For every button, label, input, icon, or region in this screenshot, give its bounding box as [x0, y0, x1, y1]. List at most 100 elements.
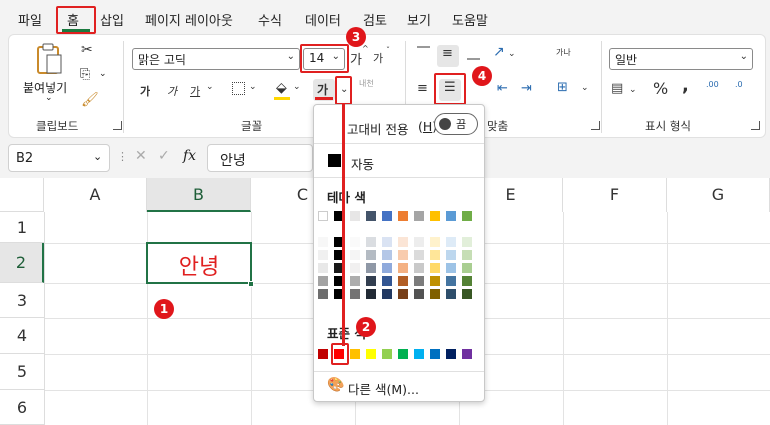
theme-color-shade-swatch[interactable]	[350, 237, 360, 247]
theme-color-shade-swatch[interactable]	[366, 250, 376, 260]
indent-increase-icon[interactable]: ⇥	[521, 81, 532, 96]
name-box[interactable]: B2 ⌄	[8, 144, 110, 172]
theme-color-shade-swatch[interactable]	[462, 263, 472, 273]
theme-color-shade-swatch[interactable]	[318, 263, 328, 273]
standard-color-swatch[interactable]	[430, 349, 440, 359]
theme-color-shade-swatch[interactable]	[382, 237, 392, 247]
theme-color-swatch[interactable]	[430, 211, 440, 221]
theme-color-shade-swatch[interactable]	[462, 250, 472, 260]
theme-color-shade-swatch[interactable]	[446, 276, 456, 286]
menu-help[interactable]: 도움말	[452, 10, 488, 29]
standard-color-swatch[interactable]	[366, 349, 376, 359]
menu-formulas[interactable]: 수식	[258, 10, 282, 29]
theme-color-shade-swatch[interactable]	[350, 276, 360, 286]
theme-color-shade-swatch[interactable]	[382, 263, 392, 273]
theme-color-swatch[interactable]	[446, 211, 456, 221]
more-colors-option[interactable]: 다른 색(M)...	[348, 379, 419, 398]
select-all-corner[interactable]	[0, 178, 44, 212]
theme-color-shade-swatch[interactable]	[462, 276, 472, 286]
theme-color-shade-swatch[interactable]	[398, 276, 408, 286]
formula-input[interactable]: 안녕	[207, 144, 313, 172]
currency-dropdown-icon[interactable]: ⌄	[629, 85, 637, 95]
theme-color-shade-swatch[interactable]	[414, 237, 424, 247]
theme-color-shade-swatch[interactable]	[430, 289, 440, 299]
row-header-6[interactable]: 6	[0, 390, 44, 425]
theme-color-shade-swatch[interactable]	[382, 276, 392, 286]
theme-color-swatch[interactable]	[462, 211, 472, 221]
theme-color-shade-swatch[interactable]	[446, 237, 456, 247]
align-top-icon[interactable]: ⎺	[417, 46, 430, 61]
theme-color-shade-swatch[interactable]	[318, 276, 328, 286]
bold-button[interactable]: 가	[140, 83, 150, 99]
cut-icon[interactable]: ✂	[81, 42, 93, 58]
increase-decimal-button[interactable]: .00	[706, 80, 719, 89]
automatic-color-swatch[interactable]	[328, 154, 341, 167]
theme-color-shade-swatch[interactable]	[366, 276, 376, 286]
theme-color-shade-swatch[interactable]	[366, 237, 376, 247]
copy-dropdown-icon[interactable]: ⌄	[99, 69, 107, 79]
theme-color-shade-swatch[interactable]	[318, 237, 328, 247]
standard-color-swatch[interactable]	[446, 349, 456, 359]
indent-decrease-icon[interactable]: ⇤	[497, 81, 508, 96]
border-icon[interactable]	[232, 82, 245, 95]
align-left-icon[interactable]: ≡	[417, 81, 428, 96]
theme-color-shade-swatch[interactable]	[430, 237, 440, 247]
row-header-3[interactable]: 3	[0, 283, 44, 318]
theme-color-shade-swatch[interactable]	[382, 250, 392, 260]
underline-dropdown-icon[interactable]: ⌄	[206, 82, 214, 92]
cancel-icon[interactable]: ✕	[135, 148, 147, 164]
menu-data[interactable]: 데이터	[305, 10, 341, 29]
fill-dropdown-icon[interactable]: ⌄	[293, 82, 301, 92]
alignment-launcher-icon[interactable]	[591, 121, 600, 130]
decrease-decimal-button[interactable]: .0	[735, 80, 743, 89]
fill-handle[interactable]	[248, 281, 254, 287]
theme-color-shade-swatch[interactable]	[366, 289, 376, 299]
fill-color-icon[interactable]: ⬙	[276, 80, 287, 96]
theme-color-swatch[interactable]	[414, 211, 424, 221]
merge-center-icon[interactable]: ⊞	[557, 80, 568, 95]
paste-icon[interactable]	[35, 43, 63, 77]
automatic-color-option[interactable]: 자동	[351, 154, 374, 173]
menu-review[interactable]: 검토	[363, 10, 387, 29]
standard-color-swatch[interactable]	[318, 349, 328, 359]
chevron-down-icon[interactable]: ⌄	[287, 51, 295, 62]
grow-font-button[interactable]: 가	[350, 49, 362, 68]
font-name-combo[interactable]: 맑은 고딕 ⌄	[132, 48, 300, 70]
standard-color-swatch[interactable]	[414, 349, 424, 359]
italic-button[interactable]: 가	[167, 83, 177, 99]
theme-color-shade-swatch[interactable]	[462, 237, 472, 247]
menu-insert[interactable]: 삽입	[100, 10, 124, 29]
align-bottom-icon[interactable]: ⎽	[467, 46, 480, 61]
chevron-down-icon[interactable]: ⌄	[740, 51, 748, 62]
menu-page-layout[interactable]: 페이지 레이아웃	[145, 10, 233, 29]
theme-color-shade-swatch[interactable]	[318, 250, 328, 260]
percent-button[interactable]: %	[653, 79, 668, 98]
theme-color-shade-swatch[interactable]	[398, 289, 408, 299]
column-header-b[interactable]: B	[147, 178, 251, 212]
number-launcher-icon[interactable]	[751, 121, 760, 130]
theme-color-shade-swatch[interactable]	[350, 263, 360, 273]
shrink-font-button[interactable]: 가	[373, 50, 383, 66]
theme-color-shade-swatch[interactable]	[414, 289, 424, 299]
column-header-a[interactable]: A	[44, 178, 147, 212]
column-header-f[interactable]: F	[563, 178, 667, 212]
row-header-2[interactable]: 2	[0, 243, 44, 283]
theme-color-shade-swatch[interactable]	[318, 289, 328, 299]
theme-color-shade-swatch[interactable]	[350, 289, 360, 299]
theme-color-shade-swatch[interactable]	[366, 263, 376, 273]
theme-color-shade-swatch[interactable]	[398, 263, 408, 273]
format-painter-icon[interactable]: 🖌	[81, 92, 99, 108]
standard-color-swatch[interactable]	[462, 349, 472, 359]
theme-color-shade-swatch[interactable]	[430, 263, 440, 273]
currency-icon[interactable]: ▤	[611, 81, 623, 96]
underline-button[interactable]: 가	[190, 83, 200, 99]
theme-color-shade-swatch[interactable]	[398, 250, 408, 260]
enter-icon[interactable]: ✓	[158, 148, 170, 164]
clipboard-launcher-icon[interactable]	[113, 121, 122, 130]
orientation-icon[interactable]: ↗	[493, 44, 505, 60]
theme-color-shade-swatch[interactable]	[350, 250, 360, 260]
paste-dropdown-icon[interactable]: ⌄	[45, 93, 53, 103]
high-contrast-toggle[interactable]: 끔	[434, 113, 478, 135]
row-header-4[interactable]: 4	[0, 318, 44, 354]
theme-color-shade-swatch[interactable]	[430, 276, 440, 286]
